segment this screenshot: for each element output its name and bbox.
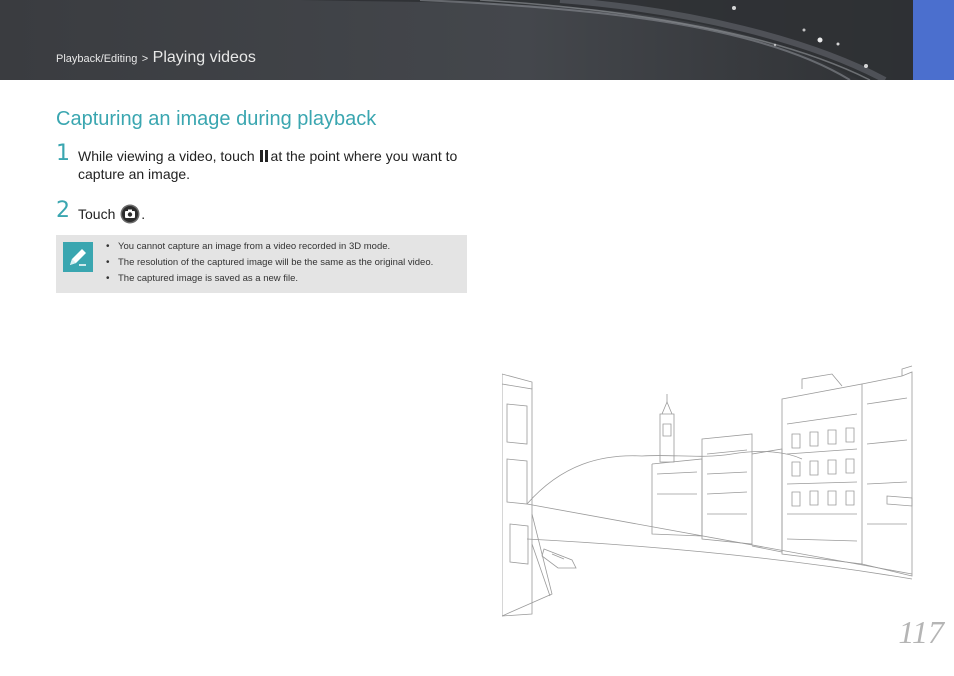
camera-capture-icon — [120, 204, 140, 224]
note-item: The captured image is saved as a new fil… — [106, 271, 433, 287]
note-item: The resolution of the captured image wil… — [106, 255, 433, 271]
step-text: While viewing a video, touch at the poin… — [78, 147, 473, 183]
header-swoosh-graphic — [300, 0, 954, 80]
step-text: Touch . — [78, 204, 473, 224]
step-text-before: Touch — [78, 206, 116, 222]
step-number: 1 — [56, 141, 70, 166]
page-number: 117 — [898, 614, 944, 650]
breadcrumb: Playback/Editing > Playing videos — [56, 49, 256, 67]
note-box: You cannot capture an image from a video… — [56, 235, 467, 293]
step-text-before: While viewing a video, touch — [78, 148, 255, 164]
pencil-note-icon — [63, 242, 93, 272]
page-header: Playback/Editing > Playing videos — [0, 0, 954, 80]
city-canal-sketch-illustration — [502, 365, 913, 617]
section-title: Capturing an image during playback — [56, 108, 377, 130]
breadcrumb-section[interactable]: Playback/Editing — [56, 53, 137, 65]
pause-icon — [259, 150, 268, 162]
note-list: You cannot capture an image from a video… — [106, 239, 433, 287]
breadcrumb-page: Playing videos — [152, 49, 256, 66]
step-text-after: . — [141, 206, 146, 222]
breadcrumb-separator: > — [141, 53, 149, 65]
step-number: 2 — [56, 198, 70, 223]
note-item: You cannot capture an image from a video… — [106, 239, 433, 255]
chapter-tab-marker — [913, 0, 954, 80]
